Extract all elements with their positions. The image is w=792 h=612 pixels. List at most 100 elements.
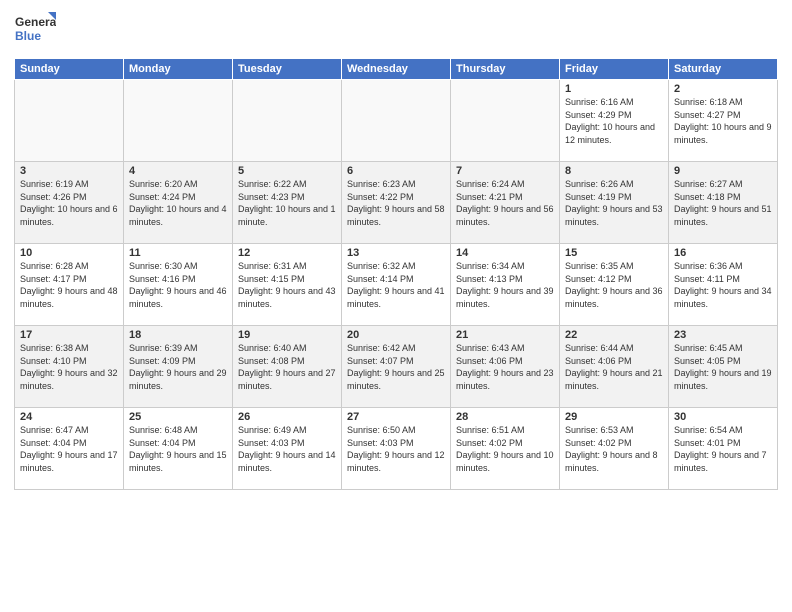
day-number: 8 — [565, 165, 663, 177]
calendar-cell: 13Sunrise: 6:32 AM Sunset: 4:14 PM Dayli… — [342, 244, 451, 326]
calendar-cell: 1Sunrise: 6:16 AM Sunset: 4:29 PM Daylig… — [560, 80, 669, 162]
day-info: Sunrise: 6:40 AM Sunset: 4:08 PM Dayligh… — [238, 342, 336, 392]
day-number: 9 — [674, 165, 772, 177]
week-row-2: 3Sunrise: 6:19 AM Sunset: 4:26 PM Daylig… — [15, 162, 778, 244]
day-info: Sunrise: 6:23 AM Sunset: 4:22 PM Dayligh… — [347, 178, 445, 228]
day-info: Sunrise: 6:24 AM Sunset: 4:21 PM Dayligh… — [456, 178, 554, 228]
day-number: 3 — [20, 165, 118, 177]
day-info: Sunrise: 6:20 AM Sunset: 4:24 PM Dayligh… — [129, 178, 227, 228]
day-number: 21 — [456, 329, 554, 341]
day-info: Sunrise: 6:30 AM Sunset: 4:16 PM Dayligh… — [129, 260, 227, 310]
day-info: Sunrise: 6:51 AM Sunset: 4:02 PM Dayligh… — [456, 424, 554, 474]
calendar-cell: 9Sunrise: 6:27 AM Sunset: 4:18 PM Daylig… — [669, 162, 778, 244]
weekday-header-saturday: Saturday — [669, 59, 778, 80]
logo-svg: General Blue — [14, 10, 56, 52]
day-info: Sunrise: 6:49 AM Sunset: 4:03 PM Dayligh… — [238, 424, 336, 474]
day-info: Sunrise: 6:26 AM Sunset: 4:19 PM Dayligh… — [565, 178, 663, 228]
day-number: 23 — [674, 329, 772, 341]
week-row-1: 1Sunrise: 6:16 AM Sunset: 4:29 PM Daylig… — [15, 80, 778, 162]
day-number: 26 — [238, 411, 336, 423]
day-number: 19 — [238, 329, 336, 341]
day-info: Sunrise: 6:27 AM Sunset: 4:18 PM Dayligh… — [674, 178, 772, 228]
day-info: Sunrise: 6:22 AM Sunset: 4:23 PM Dayligh… — [238, 178, 336, 228]
weekday-header-sunday: Sunday — [15, 59, 124, 80]
calendar-cell: 27Sunrise: 6:50 AM Sunset: 4:03 PM Dayli… — [342, 408, 451, 490]
calendar-cell: 30Sunrise: 6:54 AM Sunset: 4:01 PM Dayli… — [669, 408, 778, 490]
calendar-cell: 12Sunrise: 6:31 AM Sunset: 4:15 PM Dayli… — [233, 244, 342, 326]
day-info: Sunrise: 6:19 AM Sunset: 4:26 PM Dayligh… — [20, 178, 118, 228]
week-row-5: 24Sunrise: 6:47 AM Sunset: 4:04 PM Dayli… — [15, 408, 778, 490]
weekday-header-tuesday: Tuesday — [233, 59, 342, 80]
day-number: 1 — [565, 83, 663, 95]
calendar-cell: 8Sunrise: 6:26 AM Sunset: 4:19 PM Daylig… — [560, 162, 669, 244]
day-info: Sunrise: 6:42 AM Sunset: 4:07 PM Dayligh… — [347, 342, 445, 392]
day-number: 24 — [20, 411, 118, 423]
weekday-header-thursday: Thursday — [451, 59, 560, 80]
day-number: 29 — [565, 411, 663, 423]
calendar-cell — [233, 80, 342, 162]
calendar-cell: 25Sunrise: 6:48 AM Sunset: 4:04 PM Dayli… — [124, 408, 233, 490]
day-number: 18 — [129, 329, 227, 341]
calendar-cell: 7Sunrise: 6:24 AM Sunset: 4:21 PM Daylig… — [451, 162, 560, 244]
calendar-cell: 14Sunrise: 6:34 AM Sunset: 4:13 PM Dayli… — [451, 244, 560, 326]
svg-text:Blue: Blue — [15, 29, 41, 43]
day-info: Sunrise: 6:43 AM Sunset: 4:06 PM Dayligh… — [456, 342, 554, 392]
week-row-3: 10Sunrise: 6:28 AM Sunset: 4:17 PM Dayli… — [15, 244, 778, 326]
calendar-cell: 29Sunrise: 6:53 AM Sunset: 4:02 PM Dayli… — [560, 408, 669, 490]
calendar-cell: 10Sunrise: 6:28 AM Sunset: 4:17 PM Dayli… — [15, 244, 124, 326]
calendar-cell: 3Sunrise: 6:19 AM Sunset: 4:26 PM Daylig… — [15, 162, 124, 244]
day-number: 27 — [347, 411, 445, 423]
calendar-cell: 23Sunrise: 6:45 AM Sunset: 4:05 PM Dayli… — [669, 326, 778, 408]
calendar-cell: 2Sunrise: 6:18 AM Sunset: 4:27 PM Daylig… — [669, 80, 778, 162]
day-info: Sunrise: 6:38 AM Sunset: 4:10 PM Dayligh… — [20, 342, 118, 392]
day-number: 12 — [238, 247, 336, 259]
day-info: Sunrise: 6:47 AM Sunset: 4:04 PM Dayligh… — [20, 424, 118, 474]
calendar-cell: 6Sunrise: 6:23 AM Sunset: 4:22 PM Daylig… — [342, 162, 451, 244]
day-info: Sunrise: 6:28 AM Sunset: 4:17 PM Dayligh… — [20, 260, 118, 310]
calendar-cell: 20Sunrise: 6:42 AM Sunset: 4:07 PM Dayli… — [342, 326, 451, 408]
calendar-cell — [15, 80, 124, 162]
weekday-header-friday: Friday — [560, 59, 669, 80]
day-number: 5 — [238, 165, 336, 177]
day-info: Sunrise: 6:54 AM Sunset: 4:01 PM Dayligh… — [674, 424, 772, 474]
calendar-cell: 16Sunrise: 6:36 AM Sunset: 4:11 PM Dayli… — [669, 244, 778, 326]
day-info: Sunrise: 6:53 AM Sunset: 4:02 PM Dayligh… — [565, 424, 663, 474]
day-info: Sunrise: 6:31 AM Sunset: 4:15 PM Dayligh… — [238, 260, 336, 310]
calendar-cell: 15Sunrise: 6:35 AM Sunset: 4:12 PM Dayli… — [560, 244, 669, 326]
calendar-cell: 11Sunrise: 6:30 AM Sunset: 4:16 PM Dayli… — [124, 244, 233, 326]
day-info: Sunrise: 6:34 AM Sunset: 4:13 PM Dayligh… — [456, 260, 554, 310]
day-info: Sunrise: 6:36 AM Sunset: 4:11 PM Dayligh… — [674, 260, 772, 310]
day-number: 28 — [456, 411, 554, 423]
day-info: Sunrise: 6:16 AM Sunset: 4:29 PM Dayligh… — [565, 96, 663, 146]
calendar-cell — [124, 80, 233, 162]
calendar-cell: 19Sunrise: 6:40 AM Sunset: 4:08 PM Dayli… — [233, 326, 342, 408]
day-info: Sunrise: 6:48 AM Sunset: 4:04 PM Dayligh… — [129, 424, 227, 474]
day-number: 25 — [129, 411, 227, 423]
header: General Blue — [14, 10, 778, 52]
page: General Blue SundayMondayTuesdayWednesda… — [0, 0, 792, 612]
day-number: 10 — [20, 247, 118, 259]
day-info: Sunrise: 6:44 AM Sunset: 4:06 PM Dayligh… — [565, 342, 663, 392]
day-number: 11 — [129, 247, 227, 259]
day-info: Sunrise: 6:35 AM Sunset: 4:12 PM Dayligh… — [565, 260, 663, 310]
day-number: 14 — [456, 247, 554, 259]
week-row-4: 17Sunrise: 6:38 AM Sunset: 4:10 PM Dayli… — [15, 326, 778, 408]
calendar-cell: 24Sunrise: 6:47 AM Sunset: 4:04 PM Dayli… — [15, 408, 124, 490]
calendar-cell: 4Sunrise: 6:20 AM Sunset: 4:24 PM Daylig… — [124, 162, 233, 244]
day-number: 16 — [674, 247, 772, 259]
day-number: 2 — [674, 83, 772, 95]
calendar-cell: 18Sunrise: 6:39 AM Sunset: 4:09 PM Dayli… — [124, 326, 233, 408]
day-number: 22 — [565, 329, 663, 341]
day-info: Sunrise: 6:32 AM Sunset: 4:14 PM Dayligh… — [347, 260, 445, 310]
calendar-cell — [342, 80, 451, 162]
weekday-header-row: SundayMondayTuesdayWednesdayThursdayFrid… — [15, 59, 778, 80]
calendar-cell: 22Sunrise: 6:44 AM Sunset: 4:06 PM Dayli… — [560, 326, 669, 408]
svg-text:General: General — [15, 15, 56, 29]
calendar-cell — [451, 80, 560, 162]
day-number: 30 — [674, 411, 772, 423]
calendar-cell: 17Sunrise: 6:38 AM Sunset: 4:10 PM Dayli… — [15, 326, 124, 408]
day-info: Sunrise: 6:50 AM Sunset: 4:03 PM Dayligh… — [347, 424, 445, 474]
day-info: Sunrise: 6:45 AM Sunset: 4:05 PM Dayligh… — [674, 342, 772, 392]
weekday-header-monday: Monday — [124, 59, 233, 80]
calendar-cell: 21Sunrise: 6:43 AM Sunset: 4:06 PM Dayli… — [451, 326, 560, 408]
